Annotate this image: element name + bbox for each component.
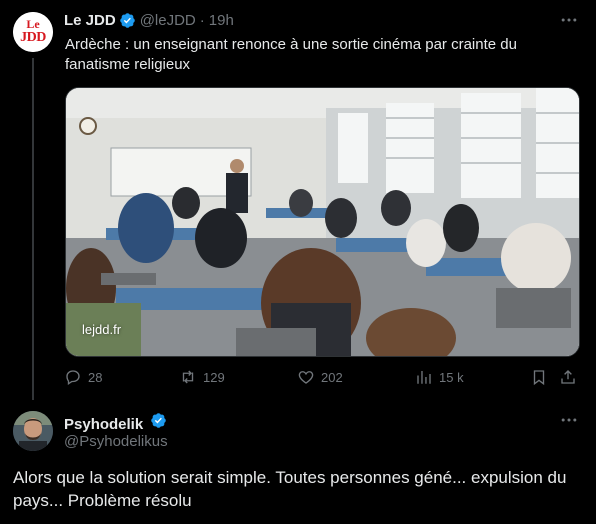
share-icon <box>561 370 575 384</box>
repost-button[interactable]: 129 <box>179 368 225 386</box>
like-icon <box>298 371 314 384</box>
reply-header: Psyhodelik <box>64 412 171 433</box>
like-button[interactable]: 202 <box>297 368 343 386</box>
thread-line <box>32 58 34 400</box>
tweet-header: Le JDD @leJDD · 19h <box>64 12 234 29</box>
more-icon[interactable] <box>558 410 580 432</box>
verified-badge-icon <box>119 12 136 29</box>
like-count: 202 <box>321 369 343 385</box>
share-button[interactable] <box>559 368 583 386</box>
author-avatar[interactable]: Le JDD <box>13 12 53 52</box>
views-icon <box>417 371 431 384</box>
reply-author-handle[interactable]: @Psyhodelikus <box>64 433 168 450</box>
reply-author-name[interactable]: Psyhodelik <box>64 416 143 433</box>
views-count: 15 k <box>439 369 464 385</box>
verified-badge-icon <box>150 412 167 429</box>
reply-text: Alors que la solution serait simple. Tou… <box>13 468 567 510</box>
repost-count: 129 <box>203 369 225 385</box>
portrait-avatar-image <box>13 411 53 451</box>
tweet-text: Ardèche : un enseignant renonce à une so… <box>65 36 517 73</box>
bookmark-icon <box>533 370 545 386</box>
repost-icon <box>182 370 194 384</box>
lejdd-logo: Le JDD <box>13 12 53 52</box>
tweet-timestamp[interactable]: 19h <box>209 12 234 29</box>
reply-icon <box>66 370 80 386</box>
views-button[interactable]: 15 k <box>415 368 464 386</box>
reply-button[interactable]: 28 <box>64 368 102 386</box>
link-card-domain[interactable]: lejdd.fr <box>82 322 121 337</box>
reply-count: 28 <box>88 369 103 385</box>
more-icon[interactable] <box>558 10 580 32</box>
tweet-actions: 28 129 202 15 k <box>64 368 584 390</box>
author-handle[interactable]: @leJDD <box>140 12 196 29</box>
link-card-image[interactable] <box>65 87 580 357</box>
reply-author-avatar[interactable] <box>13 411 53 451</box>
author-name[interactable]: Le JDD <box>64 12 116 29</box>
bookmark-button[interactable] <box>530 368 554 386</box>
